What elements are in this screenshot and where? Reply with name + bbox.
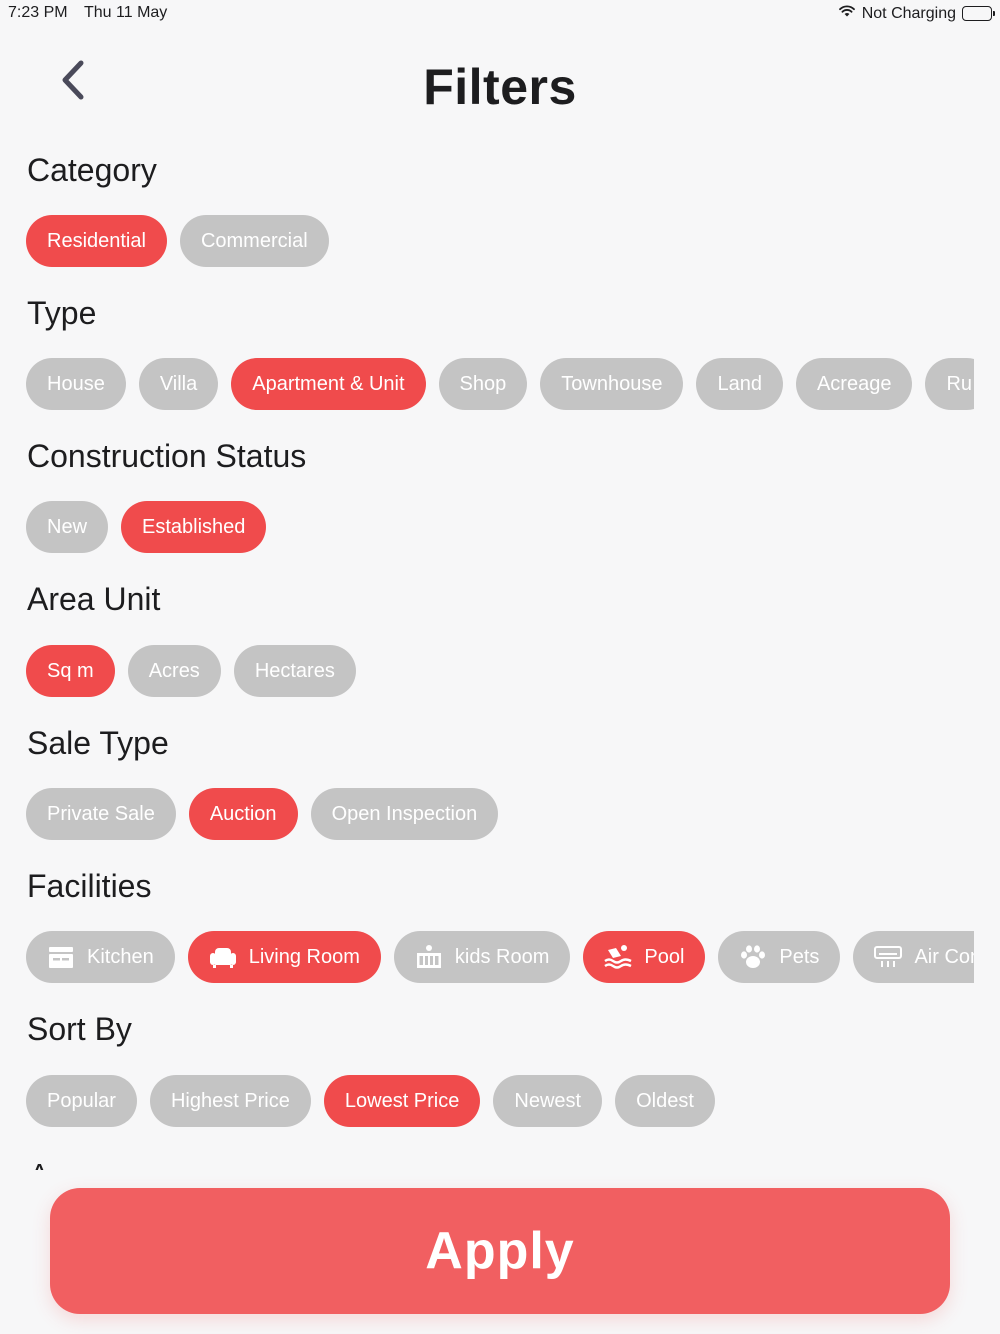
chip-sq-m[interactable]: Sq m xyxy=(26,645,115,697)
chip-lowest-price[interactable]: Lowest Price xyxy=(323,1075,481,1127)
chip-ru[interactable]: Ru xyxy=(925,358,974,410)
chip-apartment-and-unit[interactable]: Apartment & Unit xyxy=(231,358,426,410)
chip-kids-room[interactable]: kids Room xyxy=(393,931,571,983)
paw-icon xyxy=(739,944,767,970)
chip-pool[interactable]: Pool xyxy=(583,931,706,983)
sort-by-options: Popular Highest Price Lowest Price Newest Ol… xyxy=(26,1075,974,1131)
chip-label: Highest Price xyxy=(170,1089,290,1112)
chip-label: Acreage xyxy=(816,372,892,395)
air-conditioner-icon xyxy=(874,944,903,970)
sale-type-title: Sale Type xyxy=(27,725,169,761)
chip-label: Lowest Price xyxy=(344,1089,460,1112)
chip-label: Private Sale xyxy=(47,802,155,825)
type-title: Type xyxy=(27,295,97,331)
construction-status-options: New Established xyxy=(26,501,974,557)
chip-label: House xyxy=(47,372,105,395)
chip-label: Apartment & Unit xyxy=(252,372,405,395)
category-options: Residential Commercial xyxy=(26,215,974,271)
chip-acreage[interactable]: Acreage xyxy=(795,358,913,410)
chip-commercial[interactable]: Commercial xyxy=(179,215,329,267)
kitchen-icon xyxy=(47,944,75,970)
chip-label: Popular xyxy=(47,1089,116,1112)
chip-newest[interactable]: Newest xyxy=(493,1075,603,1127)
apply-button[interactable]: Apply xyxy=(50,1188,950,1314)
chip-label: Established xyxy=(142,515,246,538)
area-unit-title: Area Unit xyxy=(27,581,161,617)
chip-label: Auction xyxy=(209,802,277,825)
chip-label: Newest xyxy=(514,1089,582,1112)
chip-shop[interactable]: Shop xyxy=(438,358,528,410)
chip-new[interactable]: New xyxy=(26,501,109,553)
chip-private-sale[interactable]: Private Sale xyxy=(26,788,176,840)
chip-house[interactable]: House xyxy=(26,358,126,410)
chip-acres[interactable]: Acres xyxy=(127,645,221,697)
facilities-options[interactable]: Kitchen Living Room kids Room Pool Pets Air C… xyxy=(26,931,974,987)
chip-popular[interactable]: Popular xyxy=(26,1075,137,1127)
chip-label: Oldest xyxy=(636,1089,694,1112)
chip-established[interactable]: Established xyxy=(121,501,267,553)
type-options[interactable]: House Villa Apartment & Unit Shop Townhouse L… xyxy=(26,358,974,414)
status-date: Thu 11 May xyxy=(84,4,168,21)
construction-status-title: Construction Status xyxy=(27,438,307,474)
chip-pets[interactable]: Pets xyxy=(718,931,841,983)
status-time: 7:23 PM xyxy=(8,4,68,21)
swimmer-icon xyxy=(604,944,632,970)
chip-label: Sq m xyxy=(47,659,94,682)
chip-highest-price[interactable]: Highest Price xyxy=(149,1075,311,1127)
chip-label: Kitchen xyxy=(87,945,154,968)
chip-oldest[interactable]: Oldest xyxy=(615,1075,715,1127)
area-unit-options: Sq m Acres Hectares xyxy=(26,645,974,701)
filters-screen: 7:23 PM Thu 11 May Not Charging Filters … xyxy=(0,0,1000,1334)
facilities-title: Facilities xyxy=(27,868,152,904)
back-button[interactable] xyxy=(52,58,92,106)
page-title: Filters xyxy=(423,59,577,115)
charging-status: Not Charging xyxy=(861,4,956,22)
chip-label: Residential xyxy=(47,229,146,252)
chip-kitchen[interactable]: Kitchen xyxy=(26,931,175,983)
status-bar: 7:23 PM Thu 11 May Not Charging xyxy=(0,0,1000,28)
chip-air-con[interactable]: Air Con xyxy=(853,931,974,983)
sale-type-options: Private Sale Auction Open Inspection xyxy=(26,788,974,844)
chip-label: Pets xyxy=(779,945,820,968)
battery-icon xyxy=(962,6,995,21)
chip-label: New xyxy=(47,515,88,538)
chip-living-room[interactable]: Living Room xyxy=(187,931,381,983)
chip-residential[interactable]: Residential xyxy=(26,215,167,267)
chip-auction[interactable]: Auction xyxy=(188,788,298,840)
status-right: Not Charging xyxy=(838,4,995,23)
chip-label: Acres xyxy=(148,659,200,682)
chip-label: Pool xyxy=(644,945,685,968)
chip-label: Land xyxy=(717,372,762,395)
category-title: Category xyxy=(27,152,157,188)
chip-townhouse[interactable]: Townhouse xyxy=(540,358,684,410)
chip-label: Air Con xyxy=(914,945,974,968)
chip-label: Open Inspection xyxy=(331,802,478,825)
crib-icon xyxy=(415,944,443,970)
sofa-icon xyxy=(209,944,237,970)
chip-label: Living Room xyxy=(248,945,360,968)
chip-open-inspection[interactable]: Open Inspection xyxy=(310,788,499,840)
chip-label: Hectares xyxy=(254,659,335,682)
chip-label: Townhouse xyxy=(561,372,663,395)
chip-label: kids Room xyxy=(454,945,550,968)
wifi-icon xyxy=(838,4,856,23)
chip-label: Villa xyxy=(159,372,198,395)
sort-by-title: Sort By xyxy=(27,1011,132,1047)
chip-label: Shop xyxy=(459,372,507,395)
chip-land[interactable]: Land xyxy=(696,358,783,410)
chip-hectares[interactable]: Hectares xyxy=(233,645,356,697)
chip-label: Commercial xyxy=(200,229,308,252)
chevron-left-icon xyxy=(57,58,87,107)
chip-villa[interactable]: Villa xyxy=(138,358,219,410)
chip-label: Ru xyxy=(946,372,973,395)
